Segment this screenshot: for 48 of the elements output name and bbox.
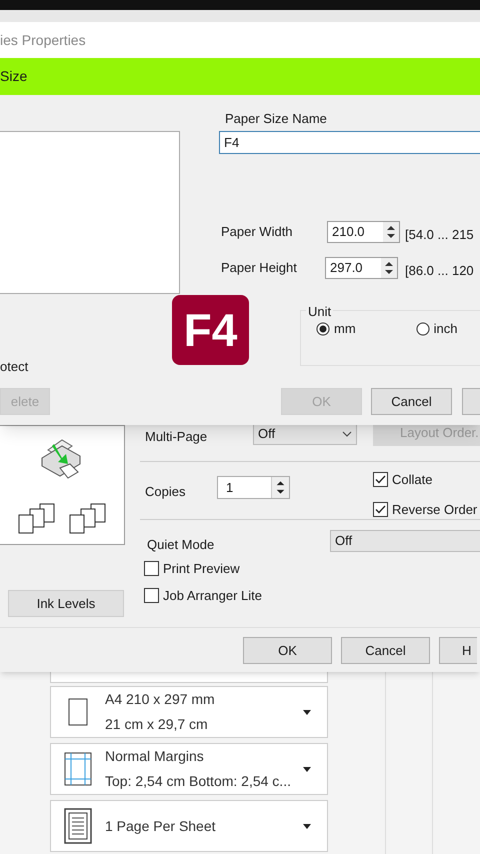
paper-height-label: Paper Height [221,259,297,277]
protect-checkbox-label: otect [0,358,28,376]
quiet-mode-label: Quiet Mode [147,536,214,554]
checkbox[interactable] [373,472,388,488]
spin-arrows-icon [271,477,289,498]
dialog-title: Size [0,67,28,86]
dropdown-arrow-icon [303,766,311,772]
dialog-button[interactable]: H [439,637,477,664]
checkbox-label: Collate [392,471,432,489]
dialog-button[interactable]: Cancel [371,388,452,415]
checkbox[interactable] [373,502,388,517]
margins-icon [64,752,92,786]
paper-size-name-label: Paper Size Name [225,110,327,128]
paper-width-spinner[interactable]: 210.0 [327,221,400,243]
page-icon [68,698,88,726]
copies-label: Copies [145,483,186,501]
ink-levels-button[interactable]: Ink Levels [8,590,124,617]
overlay-badge: F4 [172,295,249,365]
multi-page-select[interactable]: Off [253,423,357,445]
print-setting-dropdown[interactable]: A4 210 x 297 mm 21 cm x 29,7 cm [50,686,328,738]
spin-arrows-icon [381,258,397,278]
radio-button[interactable] [316,322,330,336]
print-setting-dropdown[interactable]: 1 Page Per Sheet [50,800,328,852]
dropdown-arrow-icon [303,824,311,828]
height-range-text: [86.0 ... 120 [405,262,474,280]
print-setting-dropdown[interactable]: Normal Margins Top: 2,54 cm Bottom: 2,54 c... [50,743,328,795]
dialog-button[interactable]: Cancel [341,637,430,664]
dialog-button[interactable]: OK [243,637,332,664]
radio-label: mm [334,320,356,338]
page-per-sheet-icon [64,808,92,844]
copies-spinner[interactable]: 1 [217,476,290,499]
paper-height-spinner[interactable]: 297.0 [325,257,398,279]
spin-arrows-icon [383,222,399,242]
checkbox-label: Print Preview [163,560,240,578]
chevron-icon [342,431,352,437]
radio-button[interactable] [416,322,430,336]
checkbox-label: Reverse Order [392,500,478,518]
quiet-mode-select[interactable]: Off [330,530,480,552]
checkbox-label: Job Arranger Lite [163,586,262,605]
paper-size-name-field[interactable]: F4 [219,131,480,154]
dropdown-arrow-icon [303,710,311,714]
radio-label: inch [434,320,458,338]
width-range-text: [54.0 ... 215 [405,226,474,244]
multi-page-label: Multi-Page [145,428,208,446]
window-title: ies Properties [0,30,86,50]
paper-width-label: Paper Width [221,223,293,241]
checkbox[interactable] [144,588,159,603]
checkbox[interactable] [144,561,159,576]
